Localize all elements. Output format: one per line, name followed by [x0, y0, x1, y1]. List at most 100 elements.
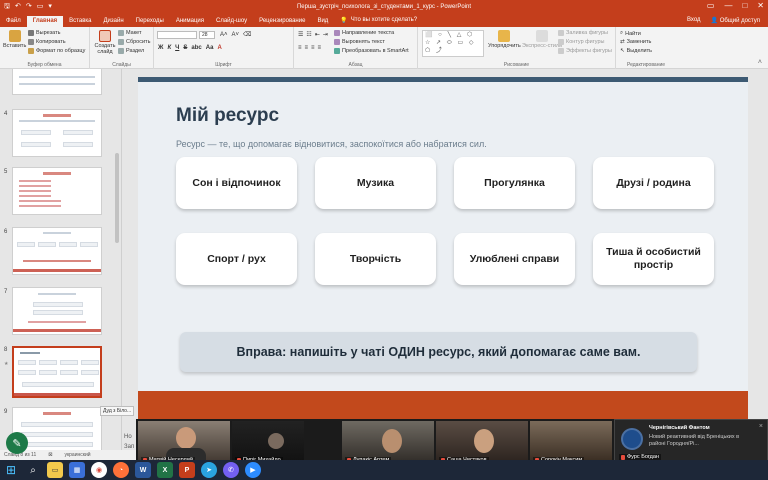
thumbnail-scrollbar[interactable]	[115, 73, 119, 393]
ribbon-display-icon[interactable]: ▭	[707, 1, 715, 10]
quick-styles-button[interactable]: Экспресс-стили	[522, 30, 562, 49]
minimize-icon[interactable]: —	[724, 1, 732, 10]
excel-icon[interactable]: X	[157, 462, 173, 478]
cut-button[interactable]: Вырезать	[28, 30, 60, 36]
shape-effects-button[interactable]: Эффекты фигуры	[558, 48, 612, 54]
tab-animations[interactable]: Анимация	[170, 16, 210, 27]
shapes-gallery[interactable]: ⬜ ○ ╲ △ ⬡ ☆ ↗ ⬭ ▭ ◇ ⬠ ⤴	[422, 30, 484, 57]
customize-qa-icon[interactable]: ▾	[48, 2, 52, 13]
outdent-icon[interactable]: ⇤	[315, 31, 320, 38]
participant-video[interactable]: Саша Чистяков	[436, 421, 528, 464]
save-icon[interactable]: 🖫	[4, 2, 10, 13]
slide-title[interactable]: Мій ресурс	[176, 105, 279, 127]
font-family-input[interactable]	[157, 31, 197, 39]
language-indicator[interactable]: украинский	[64, 452, 90, 458]
collapse-ribbon-icon[interactable]: ˄	[758, 59, 762, 66]
slide-subtitle[interactable]: Ресурс — те, що допомагає відновитися, з…	[176, 139, 487, 149]
slide-thumbnail[interactable]	[12, 287, 102, 335]
current-slide[interactable]: Мій ресурс Ресурс — те, що допомагає від…	[138, 77, 748, 421]
bold-button[interactable]: Ж	[158, 45, 163, 51]
case-button[interactable]: Аа	[206, 45, 214, 51]
zoom-icon[interactable]: ▶	[245, 462, 261, 478]
telegram-notification[interactable]: Чернігівський Фантом Новий реактивний ві…	[614, 419, 768, 462]
viber-icon[interactable]: ✆	[223, 462, 239, 478]
select-button[interactable]: ↖ Выделить	[620, 48, 652, 54]
chrome-icon[interactable]: ◉	[91, 462, 107, 478]
tab-file[interactable]: Файл	[0, 16, 27, 27]
windows-start-icon[interactable]: ⊞	[3, 462, 19, 478]
participant-video[interactable]: Лупакіс Артем	[342, 421, 434, 464]
font-size-input[interactable]: 28	[199, 31, 215, 39]
resource-card[interactable]: Сон і відпочинок	[176, 157, 297, 209]
resource-card[interactable]: Музика	[315, 157, 436, 209]
align-center-icon[interactable]: ≡	[305, 45, 309, 51]
shape-fill-button[interactable]: Заливка фигуры	[558, 30, 608, 36]
numbering-icon[interactable]: ☷	[306, 31, 311, 38]
search-icon[interactable]: ⌕	[25, 462, 41, 478]
tab-insert[interactable]: Вставка	[63, 16, 97, 27]
slide-thumbnail-selected[interactable]	[12, 346, 102, 398]
tab-design[interactable]: Дизайн	[97, 16, 129, 27]
italic-button[interactable]: К	[167, 45, 171, 51]
tab-review[interactable]: Рецензирование	[253, 16, 311, 27]
align-right-icon[interactable]: ≡	[311, 45, 315, 51]
file-explorer-icon[interactable]: ▭	[47, 462, 63, 478]
justify-icon[interactable]: ≡	[318, 45, 322, 51]
slide-thumbnail[interactable]	[12, 167, 102, 215]
participant-video[interactable]: Сорокін Максим	[530, 421, 612, 464]
resource-card[interactable]: Прогулянка	[454, 157, 575, 209]
grow-font-icon[interactable]: A˄	[220, 32, 228, 38]
align-text-button[interactable]: Выровнять текст	[334, 39, 385, 45]
replace-button[interactable]: ⇄ Заменить	[620, 39, 651, 45]
store-icon[interactable]: ▦	[69, 462, 85, 478]
exercise-banner[interactable]: Вправа: напишіть у чаті ОДИН ресурс, яки…	[180, 332, 697, 372]
paste-button[interactable]: Вставить	[3, 30, 26, 49]
resource-card[interactable]: Творчість	[315, 233, 436, 285]
slide-thumbnail[interactable]	[12, 109, 102, 157]
tab-home[interactable]: Главная	[26, 16, 64, 27]
indent-icon[interactable]: ⇥	[323, 31, 328, 38]
resource-card[interactable]: Друзі / родина	[593, 157, 714, 209]
tab-slideshow[interactable]: Слайд-шоу	[210, 16, 253, 27]
maximize-icon[interactable]: □	[742, 1, 747, 10]
slide-thumbnail[interactable]	[12, 69, 102, 95]
format-painter-button[interactable]: Формат по образцу	[28, 48, 85, 54]
bullets-icon[interactable]: ☰	[298, 31, 303, 38]
participant-video[interactable]: Пиріг Михайло	[232, 421, 304, 464]
scrollbar-thumb[interactable]	[115, 153, 119, 243]
new-slide-button[interactable]: Создать слайд	[93, 30, 117, 55]
section-button[interactable]: Раздел	[118, 48, 144, 54]
clear-format-icon[interactable]: ⌫	[243, 31, 251, 38]
tab-view[interactable]: Вид	[311, 16, 334, 27]
underline-button[interactable]: Ч	[175, 45, 179, 51]
signin-link[interactable]: Вход	[687, 17, 701, 24]
undo-icon[interactable]: ↶	[15, 2, 21, 13]
smartart-button[interactable]: Преобразовать в SmartArt	[334, 48, 409, 54]
shape-outline-button[interactable]: Контур фигуры	[558, 39, 604, 45]
layout-button[interactable]: Макет	[118, 30, 142, 36]
present-icon[interactable]: ▭	[37, 2, 44, 13]
close-icon[interactable]: ✕	[757, 1, 764, 10]
slide-thumbnail[interactable]	[12, 227, 102, 275]
shrink-font-icon[interactable]: A˅	[232, 32, 240, 38]
reset-button[interactable]: Сбросить	[118, 39, 150, 45]
firefox-icon[interactable]: ◔	[113, 462, 129, 478]
align-left-icon[interactable]: ≡	[298, 45, 302, 51]
spellcheck-icon[interactable]: ⊠	[48, 452, 52, 458]
telegram-icon[interactable]: ➤	[201, 462, 217, 478]
powerpoint-icon[interactable]: P	[179, 462, 195, 478]
redo-icon[interactable]: ↷	[26, 2, 32, 13]
resource-card[interactable]: Улюблені справи	[454, 233, 575, 285]
find-button[interactable]: ⌕ Найти	[620, 30, 641, 37]
text-direction-button[interactable]: Направление текста	[334, 30, 394, 36]
strike-button[interactable]: S	[183, 45, 187, 51]
arrange-button[interactable]: Упорядочить	[488, 30, 521, 49]
participant-video[interactable]: Матвій Несерлий	[138, 421, 230, 464]
tell-me-search[interactable]: 💡 Что вы хотите сделать?	[340, 17, 417, 27]
spacing-button[interactable]: abc	[191, 45, 201, 51]
resource-card[interactable]: Тиша й особистий простір	[593, 233, 714, 285]
copy-button[interactable]: Копировать	[28, 39, 66, 45]
font-color-icon[interactable]: A	[217, 45, 221, 51]
share-button[interactable]: 👤 Общий доступ	[711, 17, 760, 24]
close-notification-icon[interactable]: ×	[759, 423, 763, 430]
